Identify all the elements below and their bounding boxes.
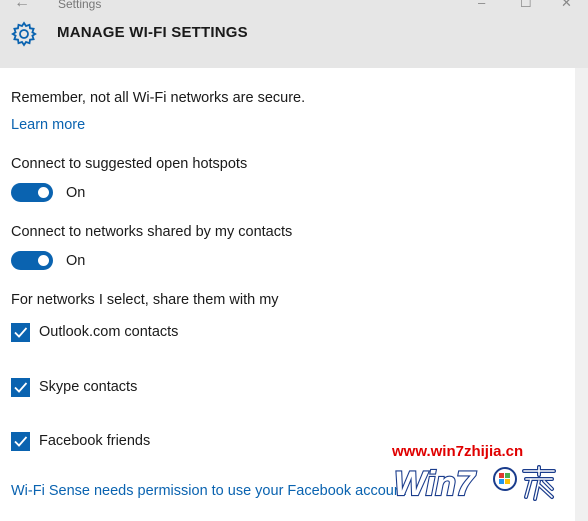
scrollbar[interactable] <box>575 68 588 521</box>
shared-networks-label: Connect to networks shared by my contact… <box>11 224 293 240</box>
watermark-url: www.win7zhijia.cn <box>392 443 524 460</box>
facebook-friends-checkbox[interactable] <box>11 432 30 451</box>
skype-contacts-checkbox[interactable] <box>11 378 30 397</box>
toggle-knob <box>38 255 49 266</box>
facebook-permission-link[interactable]: Wi-Fi Sense needs permission to use your… <box>11 483 406 499</box>
back-arrow-icon[interactable]: ← <box>14 0 30 12</box>
minimize-button[interactable]: – <box>478 0 485 10</box>
toggle-knob <box>38 187 49 198</box>
title-bar: ← Settings – ☐ ✕ <box>0 0 588 13</box>
security-notice: Remember, not all Wi-Fi networks are sec… <box>11 90 306 106</box>
outlook-contacts-checkbox[interactable] <box>11 323 30 342</box>
svg-text:Win7: Win7 <box>394 465 477 503</box>
share-with-label: For networks I select, share them with m… <box>11 292 279 308</box>
shared-networks-state: On <box>66 253 86 269</box>
facebook-friends-label: Facebook friends <box>39 433 151 449</box>
open-hotspots-toggle[interactable] <box>11 183 53 202</box>
learn-more-link[interactable]: Learn more <box>11 117 85 133</box>
open-hotspots-state: On <box>66 185 86 201</box>
win7-logo-icon: Win7 Win7 <box>393 464 556 504</box>
gear-icon <box>11 21 37 47</box>
outlook-contacts-label: Outlook.com contacts <box>39 324 179 340</box>
maximize-button[interactable]: ☐ <box>520 0 532 11</box>
window-title: Settings <box>58 0 102 11</box>
checkmark-icon <box>14 327 28 338</box>
open-hotspots-label: Connect to suggested open hotspots <box>11 156 248 172</box>
page-title: MANAGE WI-FI SETTINGS <box>57 24 248 41</box>
checkmark-icon <box>14 382 28 393</box>
skype-contacts-label: Skype contacts <box>39 379 138 395</box>
close-button[interactable]: ✕ <box>561 0 572 11</box>
checkmark-icon <box>14 436 28 447</box>
shared-networks-toggle[interactable] <box>11 251 53 270</box>
